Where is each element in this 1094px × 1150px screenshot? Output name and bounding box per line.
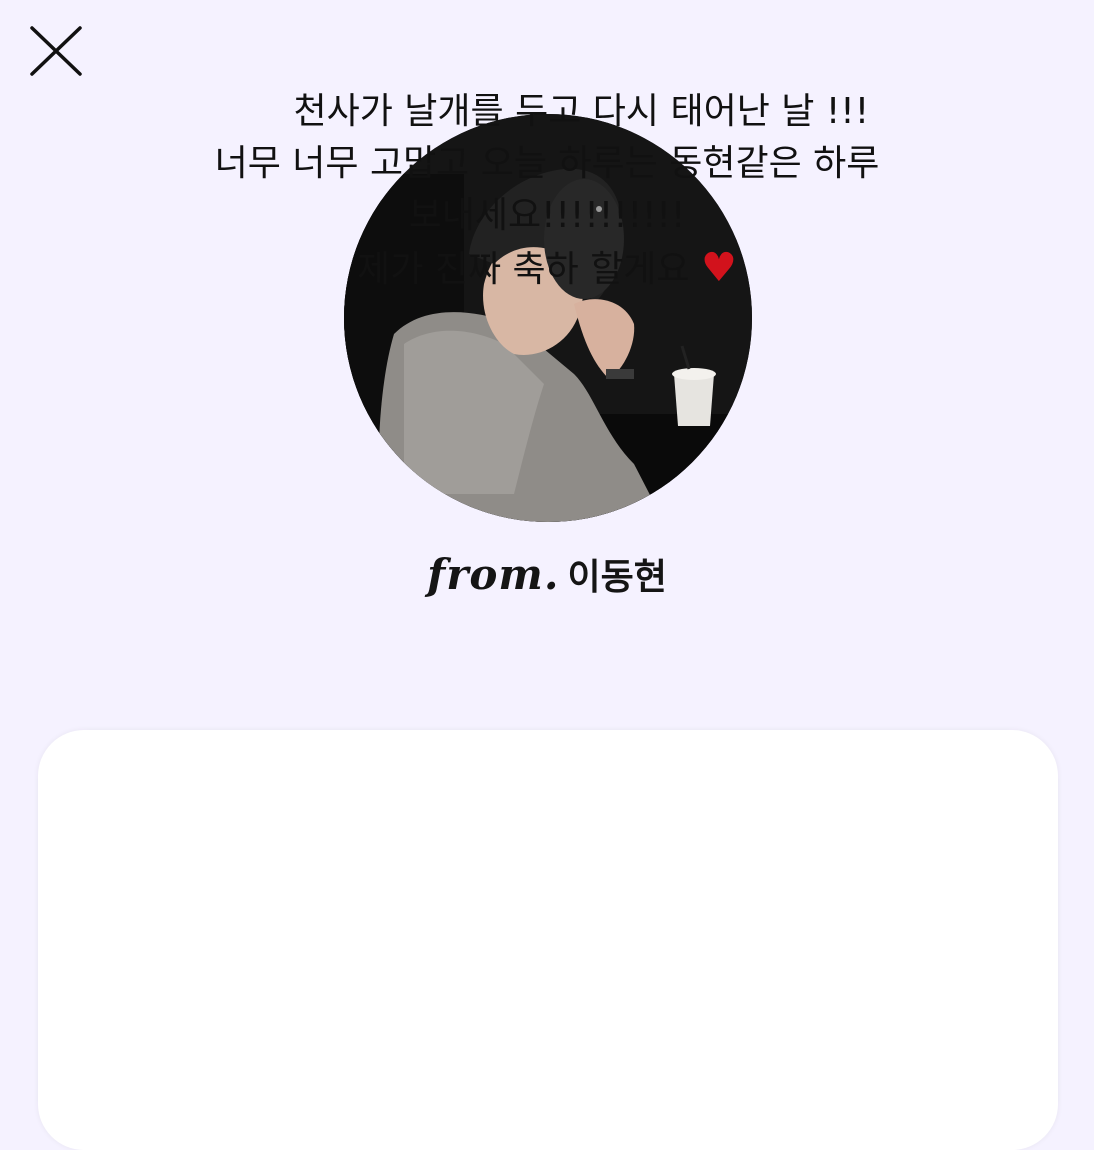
message-line: 천사가 날개를 두고 다시 태어난 날 !!!	[224, 91, 870, 132]
heart-icon: ♥	[701, 245, 737, 291]
message-line: 보내세요!!!!!!!!!!	[408, 195, 686, 236]
from-prefix: from.	[427, 550, 560, 599]
message-line: 너무 너무 고맙고 오늘 하루는 동현같은 하루	[214, 143, 880, 184]
message-line-with-heart: 제가 진짜 축하 할게요 ♥	[0, 242, 1094, 296]
message-text: 천사가 날개를 두고 다시 태어난 날 !!! 너무 너무 고맙고 오늘 하루는…	[0, 86, 1094, 296]
close-button[interactable]	[22, 18, 88, 84]
sender-name: 이동현	[567, 557, 667, 598]
message-line-text: 제가 진짜 축하 할게요	[357, 249, 701, 290]
message-card	[38, 730, 1058, 1150]
sender-line: from. 이동현	[0, 548, 1094, 600]
close-icon	[30, 26, 82, 76]
